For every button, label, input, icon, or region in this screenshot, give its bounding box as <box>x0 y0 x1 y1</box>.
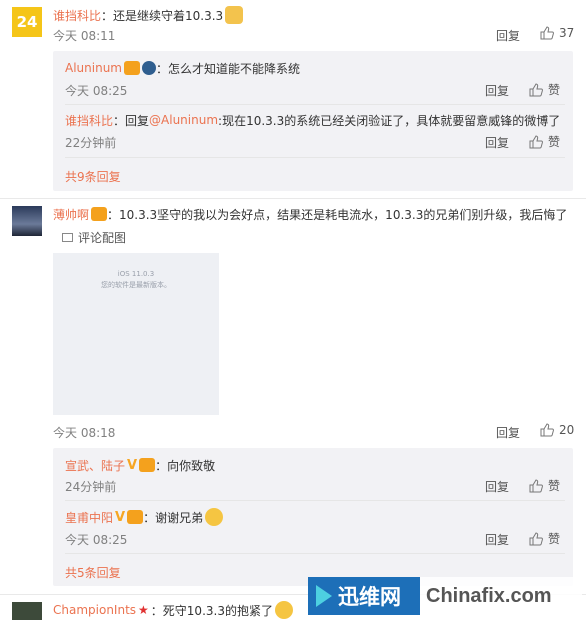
divider <box>65 104 565 105</box>
image-link-label: 评论配图 <box>78 231 127 245</box>
like-button[interactable]: 赞 <box>529 530 560 547</box>
avatar[interactable] <box>12 206 42 236</box>
reply-author[interactable]: 宣武、陆子 <box>65 457 125 474</box>
thumbs-up-icon <box>529 531 543 546</box>
comment-author[interactable]: 谁挡科比 <box>53 7 101 24</box>
comment-2: 薄帅啊 ：10.3.3坚守的我以为会好点，结果还是耗电流水，10.3.3的兄弟们… <box>0 200 586 590</box>
hug-emoji-icon <box>274 601 293 619</box>
watermark-logo: 迅维网 <box>308 577 420 615</box>
comment-author[interactable]: ChampionInts <box>53 603 136 617</box>
like-button[interactable]: 赞 <box>529 81 560 98</box>
avatar-text: 24 <box>16 13 38 31</box>
thumbs-up-icon <box>529 82 543 97</box>
team-badge-icon <box>142 61 156 75</box>
thumbs-up-icon <box>529 478 543 493</box>
reply-text: ：怎么才知道能不能降系统 <box>156 61 301 76</box>
reply-author[interactable]: 皇甫中阳 <box>65 509 113 526</box>
reply-button[interactable]: 回复 <box>496 424 520 441</box>
star-badge-icon: ★ <box>138 603 149 617</box>
watermark: 迅维网 Chinafix.com <box>308 577 582 615</box>
reply-text: ：向你致敬 <box>155 458 216 473</box>
verified-v-icon: V <box>127 457 138 473</box>
thumbs-up-icon <box>529 134 543 149</box>
image-icon <box>62 233 73 242</box>
comment-1: 24 谁挡科比 ：还是继续守着10.3.3 今天 08:11 回复 37 Alu… <box>0 0 586 196</box>
avatar[interactable]: 24 <box>12 7 42 37</box>
mention-link[interactable]: @Aluninum <box>149 113 218 127</box>
cat-emoji-icon <box>225 6 244 24</box>
reply-button[interactable]: 回复 <box>485 531 509 548</box>
reply-text-prefix: ：回复 <box>113 113 150 128</box>
comment-author[interactable]: 薄帅啊 <box>53 206 89 223</box>
reply-time: 24分钟前 <box>65 480 117 494</box>
like-count: 37 <box>559 26 575 40</box>
screenshot-subtitle: 您的软件是最新版本。 <box>101 281 171 289</box>
more-replies-link[interactable]: 共9条回复 <box>65 168 121 185</box>
comment-text: ：死守10.3.3的抱紧了 <box>150 603 273 618</box>
reply-list: Aluninum ：怎么才知道能不能降系统 今天 08:25 回复 赞 谁挡科比… <box>53 51 573 191</box>
like-button[interactable]: 赞 <box>529 477 560 494</box>
divider <box>65 553 565 554</box>
reply-button[interactable]: 回复 <box>485 478 509 495</box>
reply-text: ：谢谢兄弟 <box>143 510 204 525</box>
reply-button[interactable]: 回复 <box>485 134 509 151</box>
reply-text: :现在10.3.3的系统已经关闭验证了，具体就要留意威锋的微博了 <box>218 113 561 128</box>
like-label: 赞 <box>548 479 561 493</box>
watermark-brand-cn: 迅维网 <box>338 585 401 609</box>
reply-list: 宣武、陆子 V ：向你致敬 24分钟前 回复 赞 皇甫中阳 V ：谢谢兄弟 今天… <box>53 448 573 586</box>
thumbs-up-icon <box>540 26 554 40</box>
comment-text: ：还是继续守着10.3.3 <box>101 8 224 23</box>
comment-text: ：10.3.3坚守的我以为会好点，结果还是耗电流水，10.3.3的兄弟们别升级，… <box>107 207 568 222</box>
thumbs-up-icon <box>540 423 554 437</box>
verified-v-icon: V <box>115 509 126 525</box>
like-button[interactable]: 37 <box>540 26 574 40</box>
member-badge-icon <box>91 207 108 221</box>
comment-image-link[interactable]: 评论配图 <box>62 229 126 246</box>
reply-button[interactable]: 回复 <box>496 27 520 44</box>
divider <box>65 157 565 158</box>
member-badge-icon <box>139 458 156 472</box>
reply-author[interactable]: Aluninum <box>65 61 122 75</box>
more-replies-link[interactable]: 共5条回复 <box>65 564 121 581</box>
comment-time: 今天 08:11 <box>53 29 116 43</box>
reply-button[interactable]: 回复 <box>485 82 509 99</box>
like-button[interactable]: 赞 <box>529 133 560 150</box>
reply-author[interactable]: 谁挡科比 <box>65 112 113 129</box>
member-badge-icon <box>124 61 140 75</box>
like-label: 赞 <box>548 532 561 546</box>
reply-time: 22分钟前 <box>65 136 117 150</box>
like-label: 赞 <box>548 135 561 149</box>
comment-time: 今天 08:18 <box>53 426 116 440</box>
like-button[interactable]: 20 <box>540 423 574 437</box>
arrow-logo-icon <box>316 585 332 607</box>
laughing-emoji-icon <box>205 508 224 526</box>
comment-image[interactable]: iOS 11.0.3 您的软件是最新版本。 <box>53 253 219 415</box>
reply-time: 今天 08:25 <box>65 533 128 547</box>
watermark-brand-en: Chinafix.com <box>426 584 552 607</box>
comment-divider <box>0 198 586 199</box>
like-label: 赞 <box>548 83 561 97</box>
screenshot-title: iOS 11.0.3 <box>117 270 155 278</box>
divider <box>65 500 565 501</box>
reply-time: 今天 08:25 <box>65 84 128 98</box>
member-badge-icon <box>127 510 144 524</box>
avatar[interactable] <box>12 602 42 620</box>
like-count: 20 <box>559 423 575 437</box>
